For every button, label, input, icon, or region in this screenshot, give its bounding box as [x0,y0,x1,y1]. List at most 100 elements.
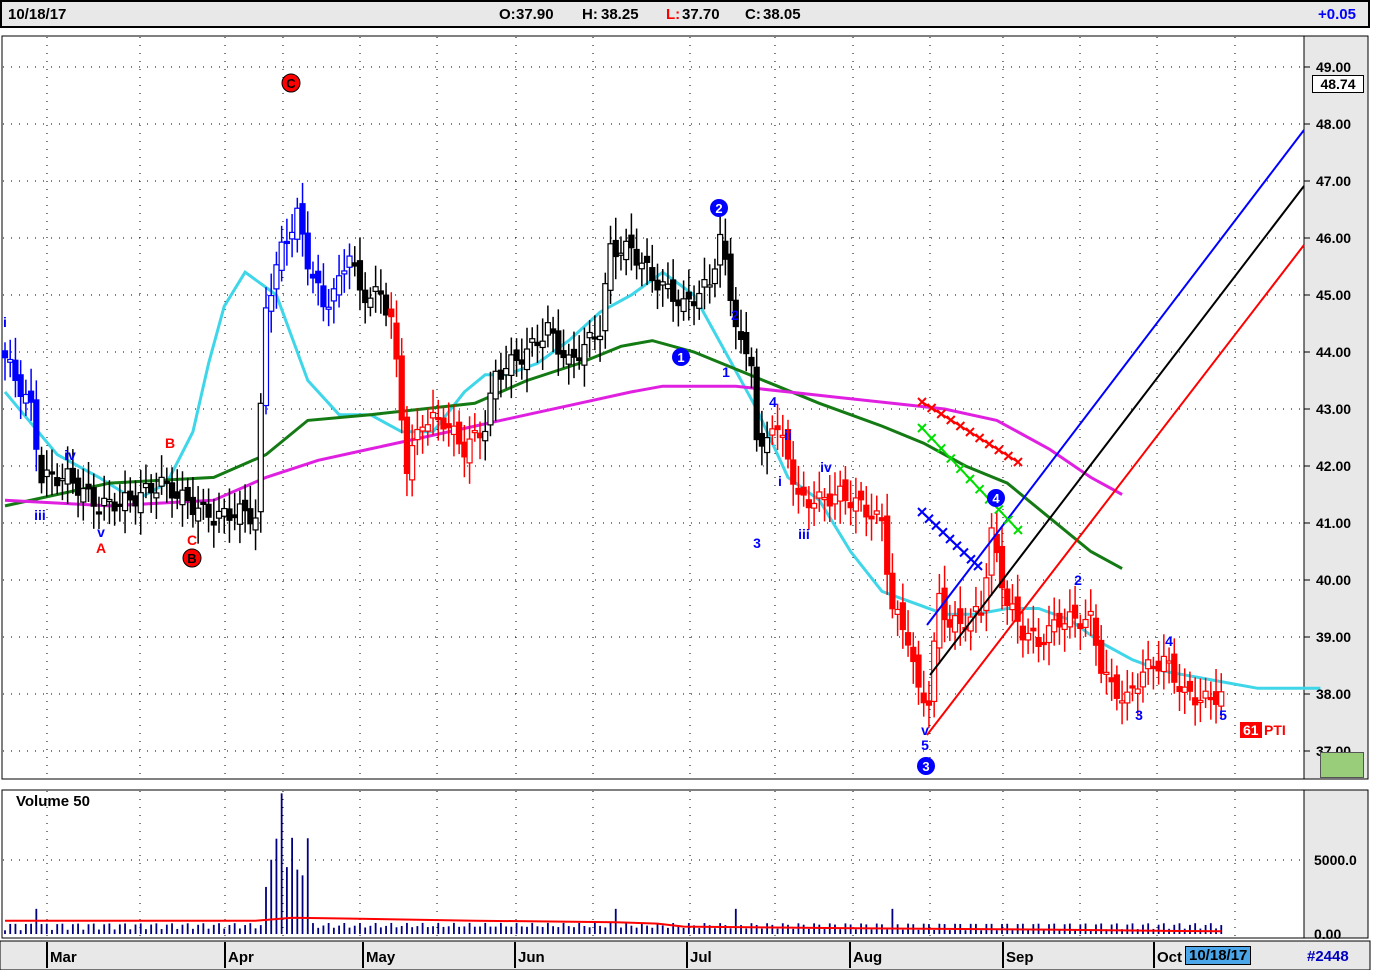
price-bar-body [899,602,906,631]
wave-label: A [96,540,106,556]
price-bar-body [335,275,343,296]
price-bar-body [38,454,45,484]
price-bar-body [90,487,97,507]
price-bar-body [101,497,108,507]
price-bar-body [351,262,358,267]
price-bar-body [1176,686,1183,693]
price-bar-body [810,502,818,509]
price-bar-body [372,286,379,292]
price-bar-body [534,341,541,347]
price-bar-body [722,240,729,260]
price-bar-body [215,510,223,519]
price-bar-body [758,432,766,447]
price-bar-body [1019,625,1027,641]
wave-label: B [165,435,175,451]
price-bar-body [837,485,844,502]
price-bar-body [179,489,186,506]
price-bar-body [1082,618,1089,629]
price-bar-body [398,355,405,421]
price-bar-body [409,445,416,481]
price-bar-body [69,467,76,484]
price-bar-body [878,517,886,522]
wave-label: 3 [753,535,761,551]
price-bar-body [435,416,442,421]
date-tag: 10/18/17 [1185,946,1252,965]
price-bar-body [231,514,238,519]
price-bar-body [884,515,891,575]
price-bar-body [508,354,515,377]
price-bar-body [367,297,374,308]
price-bar-body [910,646,917,663]
price-bar-body [717,233,724,266]
y-tick-label: 43.00 [1316,401,1351,417]
wave-label: v [97,524,105,540]
price-bar-body [487,392,494,426]
price-bar-body [769,428,776,436]
wave-label: C [286,76,296,91]
price-bar-body [654,279,661,291]
y-tick-label: 47.00 [1316,173,1351,189]
price-bar-body [889,572,896,610]
price-bar-body [513,349,520,362]
month-label: Sep [1006,949,1034,966]
price-bar-body [262,307,270,407]
price-bar-body [743,332,750,355]
price-bar-body [706,284,713,288]
price-bar-body [497,369,504,380]
price-bar-body [450,425,458,436]
wave-label: 3 [922,759,929,774]
close-value: 38.05 [763,6,801,23]
wave-label: iii [34,507,46,523]
price-bar-body [242,499,249,512]
wave-label: 1 [722,364,730,380]
price-bar-body [132,495,139,507]
price-bar-body [195,507,202,522]
chart-settings-icon[interactable] [1320,752,1364,778]
price-bar-body [153,492,160,499]
price-bar-body [283,240,290,245]
quote-header: 10/18/17 O: 37.90 H: 38.25 L: 37.70 C: 3… [0,0,1370,28]
price-bar-body [529,338,536,343]
price-bar-body [664,283,672,290]
price-bar-body [549,328,557,334]
month-label: Oct [1157,949,1182,966]
price-bar-body [1098,639,1105,674]
price-bar-body [12,359,19,382]
y-tick-label: 45.00 [1316,287,1351,303]
price-bar-body [821,497,828,501]
price-bar-body [7,358,14,363]
price-bar-body [581,343,588,366]
price-bar-body [278,241,285,271]
price-bar-body [988,527,995,576]
pti-badge-value: 61 [1240,722,1262,738]
price-bar-body [863,504,870,518]
price-bar-body [847,502,854,509]
price-bar-body [471,430,478,434]
price-bar-body [22,393,29,404]
price-bar-body [330,288,337,302]
price-bar-body [753,366,760,441]
price-bar-body [1040,641,1047,646]
wave-label: B [187,551,196,566]
volume-tick-label: 5000.0 [1314,852,1357,868]
price-bar-body [341,270,348,275]
price-bar-body [868,515,875,520]
price-bar-body [325,306,332,310]
price-bar-body [904,632,912,646]
price-bar-body [127,490,134,501]
price-bar-body [978,612,985,616]
price-bar-body [1165,660,1173,664]
price-bar-body [1118,700,1126,704]
month-label: Jul [690,949,712,966]
price-bar-body [957,608,964,625]
price-bar-body [539,340,546,349]
price-bar-body [226,508,233,521]
price-bar-body [675,299,682,307]
price-bar-body [873,510,880,515]
wave-label: 5 [1219,707,1227,723]
wave-label: 1 [677,350,684,365]
price-bar-body [54,477,61,487]
price-bar-body [221,507,228,517]
price-bar-body [1139,671,1147,688]
price-bar-body [158,476,165,487]
